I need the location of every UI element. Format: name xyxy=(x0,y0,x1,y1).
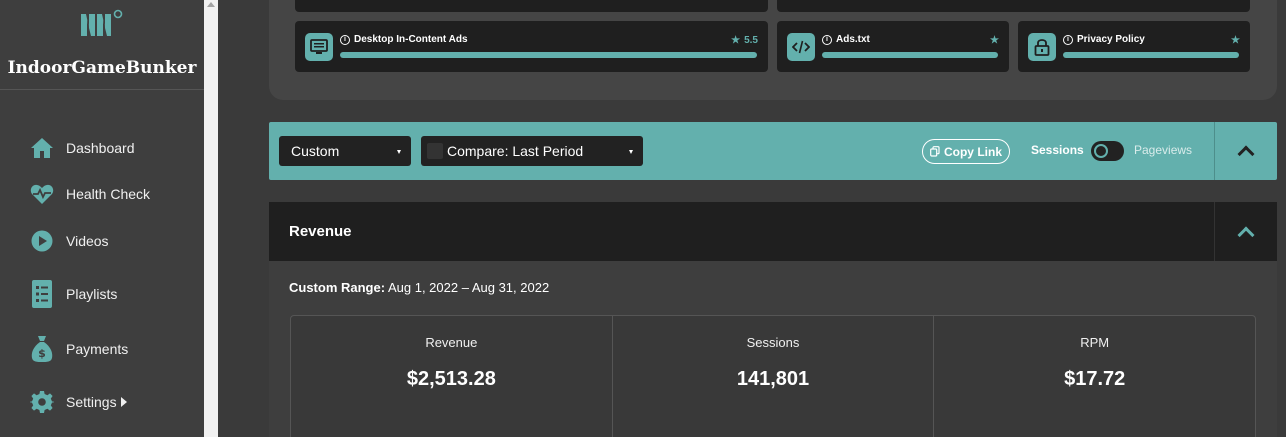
card-title: i Desktop In-Content Ads xyxy=(340,34,468,45)
sidebar-divider xyxy=(0,89,204,90)
sidebar-item-label: Playlists xyxy=(66,286,118,302)
range-value: Aug 1, 2022 – Aug 31, 2022 xyxy=(387,280,550,295)
sidebar-item-videos[interactable]: Videos xyxy=(0,221,204,261)
sessions-pageviews-toggle[interactable] xyxy=(1091,141,1124,161)
code-icon xyxy=(787,33,815,61)
health-score-bar xyxy=(822,52,998,58)
sidebar-item-label: Health Check xyxy=(66,186,151,202)
filter-bar: Custom Compare: Last Period Copy Link Se… xyxy=(269,122,1277,180)
stat-label: Revenue xyxy=(425,335,478,350)
sidebar-item-playlists[interactable]: Playlists xyxy=(0,274,204,314)
heart-pulse-icon xyxy=(30,182,54,206)
date-range-select[interactable]: Custom xyxy=(279,136,411,166)
info-icon[interactable]: i xyxy=(1063,34,1073,45)
sidebar-item-label: Payments xyxy=(66,341,129,357)
copy-icon xyxy=(930,146,940,157)
stat-value: $17.72 xyxy=(1064,368,1126,390)
stat-sessions: Sessions 141,801 xyxy=(613,316,935,437)
home-icon xyxy=(30,136,54,160)
toggle-label-pageviews[interactable]: Pageviews xyxy=(1134,143,1192,157)
sidebar-item-label: Videos xyxy=(66,233,109,249)
star-icon: ★ xyxy=(990,35,999,46)
health-score-bar xyxy=(340,52,757,58)
card-title: i Privacy Policy xyxy=(1063,34,1145,45)
sidebar-item-settings[interactable]: Settings xyxy=(0,382,204,422)
scroll-up-arrow-icon[interactable] xyxy=(207,2,215,7)
divider xyxy=(1214,202,1215,261)
revenue-panel-body: Custom Range: Aug 1, 2022 – Aug 31, 2022… xyxy=(269,261,1277,437)
divider xyxy=(1214,122,1215,180)
card-title: i Ads.txt xyxy=(822,34,870,45)
compare-color-swatch xyxy=(427,143,443,159)
range-label: Custom Range: xyxy=(289,280,386,295)
play-circle-icon xyxy=(30,229,54,253)
chevron-up-icon[interactable] xyxy=(1237,226,1255,244)
caret-right-icon xyxy=(121,397,127,407)
health-card-partial xyxy=(777,0,1250,12)
health-score-bar xyxy=(1063,52,1239,58)
sidebar-item-label: Dashboard xyxy=(66,140,135,156)
star-icon: ★ xyxy=(1231,35,1240,46)
health-card-desktop-ads[interactable]: i Desktop In-Content Ads ★ 5.5 xyxy=(295,21,768,72)
health-check-panel: i Desktop In-Content Ads ★ 5.5 i Ads.txt… xyxy=(269,0,1277,100)
monitor-icon xyxy=(305,33,333,61)
stat-value: $2,513.28 xyxy=(406,368,496,390)
lock-icon xyxy=(1028,33,1056,61)
stat-rpm: RPM $17.72 xyxy=(934,316,1255,437)
list-icon xyxy=(30,280,54,308)
health-card-ads-txt[interactable]: i Ads.txt ★ xyxy=(777,21,1009,72)
caret-down-icon xyxy=(397,150,401,154)
svg-text:$: $ xyxy=(38,347,46,360)
star-icon: ★ xyxy=(731,35,741,46)
health-card-partial xyxy=(295,0,768,12)
date-range-summary: Custom Range: Aug 1, 2022 – Aug 31, 2022 xyxy=(289,280,549,295)
chevron-up-icon[interactable] xyxy=(1237,145,1255,163)
health-card-privacy-policy[interactable]: i Privacy Policy ★ xyxy=(1018,21,1250,72)
date-range-value: Custom xyxy=(291,143,340,159)
sidebar-item-label: Settings xyxy=(66,394,117,410)
compare-select[interactable]: Compare: Last Period xyxy=(421,136,643,166)
toggle-knob xyxy=(1094,144,1108,158)
toggle-label-sessions[interactable]: Sessions xyxy=(1031,143,1084,157)
gear-icon xyxy=(30,390,54,414)
revenue-panel-header: Revenue xyxy=(269,202,1277,261)
site-name: IndoorGameBunker xyxy=(7,58,197,78)
revenue-title: Revenue xyxy=(289,223,352,240)
compare-value: Compare: Last Period xyxy=(447,143,584,159)
sidebar-item-health-check[interactable]: Health Check xyxy=(0,174,204,214)
logo-icon xyxy=(81,9,123,36)
health-score: ★ 5.5 xyxy=(731,35,758,46)
stat-label: RPM xyxy=(1080,335,1110,350)
copy-link-button[interactable]: Copy Link xyxy=(922,139,1010,164)
info-icon[interactable]: i xyxy=(822,34,832,45)
sidebar-scrollbar[interactable] xyxy=(204,0,218,437)
sidebar-item-dashboard[interactable]: Dashboard xyxy=(0,128,204,168)
stats-grid: Revenue $2,513.28 Sessions 141,801 RPM $… xyxy=(290,315,1256,437)
sidebar: IndoorGameBunker Dashboard Health Check … xyxy=(0,0,204,437)
stat-label: Sessions xyxy=(746,335,800,350)
caret-down-icon xyxy=(629,150,633,154)
info-icon[interactable]: i xyxy=(340,34,350,45)
stat-revenue: Revenue $2,513.28 xyxy=(291,316,613,437)
money-bag-icon: $ xyxy=(30,336,54,362)
sidebar-item-payments[interactable]: $ Payments xyxy=(0,329,204,369)
stat-value: 141,801 xyxy=(736,368,810,390)
